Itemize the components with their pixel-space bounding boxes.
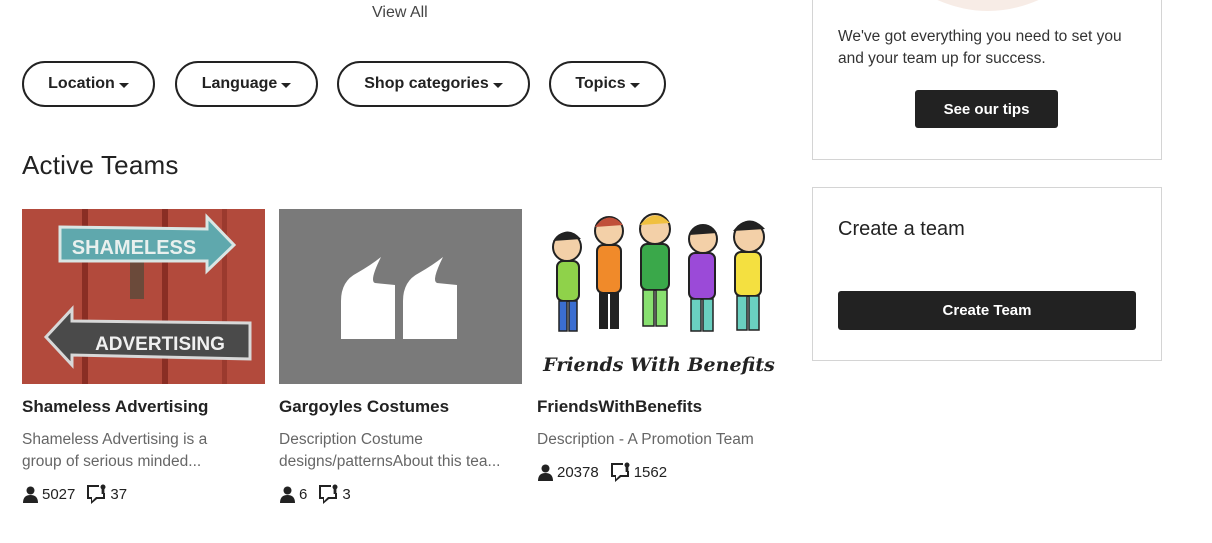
member-count: 6: [299, 485, 308, 503]
team-name[interactable]: FriendsWithBenefits: [537, 397, 780, 417]
discussions-icon: [610, 462, 630, 482]
quote-icon: [279, 209, 522, 384]
shop-categories-filter-button[interactable]: Shop categories: [337, 61, 530, 107]
shameless-advertising-image: SHAMELESS ADVERTISING: [22, 209, 265, 384]
language-filter-label: Language: [201, 75, 278, 92]
create-team-box: Create a team Create Team: [812, 187, 1162, 361]
section-title: Active Teams: [22, 150, 179, 180]
topics-filter-label: Topics: [575, 75, 626, 92]
team-description: Description - A Promotion Team: [537, 431, 754, 448]
sign-text-advertising: ADVERTISING: [95, 334, 225, 355]
discussion-count: 1562: [633, 463, 668, 481]
members-icon: [280, 486, 295, 503]
language-filter-button[interactable]: Language: [175, 61, 318, 107]
caret-down-icon: [281, 82, 292, 88]
discussion-count: 37: [110, 485, 128, 503]
location-filter-button[interactable]: Location: [22, 61, 155, 107]
team-stats: 6 3: [279, 483, 522, 505]
members-icon: [23, 486, 38, 503]
tips-text: We've got everything you need to set you…: [838, 28, 1122, 67]
team-card[interactable]: Gargoyles Costumes Description Costume d…: [279, 209, 522, 505]
caret-down-icon: [629, 82, 640, 88]
member-count: 5027: [42, 485, 76, 503]
team-stats: 20378 1562: [537, 461, 780, 483]
tips-illustration: [937, 0, 1039, 11]
team-name[interactable]: Shameless Advertising: [22, 397, 265, 417]
team-description: Description Costume designs/patternsAbou…: [279, 431, 501, 470]
see-tips-button[interactable]: See our tips: [915, 90, 1058, 128]
sign-text-shameless: SHAMELESS: [72, 237, 196, 259]
team-card[interactable]: SHAMELESS ADVERTISING Shameless Advertis…: [22, 209, 265, 505]
friends-cartoon-image: Friends With Benefits: [537, 209, 780, 384]
create-team-button[interactable]: Create Team: [838, 291, 1136, 330]
location-filter-label: Location: [48, 75, 115, 92]
thumb-caption: Friends With Benefits: [542, 354, 775, 376]
caret-down-icon: [492, 82, 503, 88]
team-thumbnail[interactable]: Friends With Benefits: [537, 209, 780, 384]
team-card[interactable]: Friends With Benefits FriendsWithBenefit…: [537, 209, 780, 483]
member-count: 20378: [557, 463, 599, 481]
team-stats: 5027 37: [22, 483, 265, 505]
shop-categories-filter-label: Shop categories: [364, 75, 489, 92]
team-name[interactable]: Gargoyles Costumes: [279, 397, 522, 417]
create-team-title: Create a team: [838, 218, 965, 240]
discussions-icon: [87, 484, 106, 504]
discussions-icon: [319, 484, 338, 504]
team-thumbnail[interactable]: [279, 209, 522, 384]
view-all-link[interactable]: View All: [372, 4, 428, 22]
caret-down-icon: [118, 82, 129, 88]
tips-box: We've got everything you need to set you…: [812, 0, 1162, 160]
team-description: Shameless Advertising is a group of seri…: [22, 431, 208, 470]
topics-filter-button[interactable]: Topics: [549, 61, 666, 107]
team-thumbnail[interactable]: SHAMELESS ADVERTISING: [22, 209, 265, 384]
discussion-count: 3: [342, 485, 351, 503]
members-icon: [538, 464, 553, 481]
